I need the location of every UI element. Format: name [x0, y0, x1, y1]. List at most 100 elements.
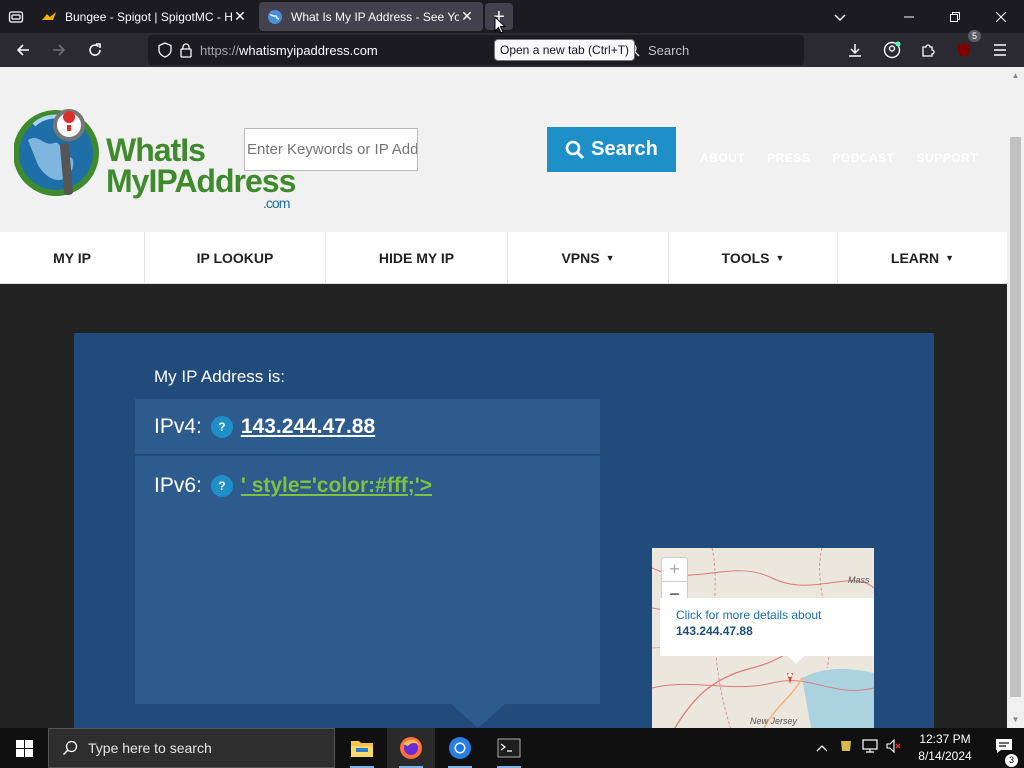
ip-address-panel: My IP Address is: IPv4: ? 143.244.47.88 …: [74, 333, 934, 728]
windows-logo-icon: [15, 739, 33, 757]
map-label-state: New Jersey: [750, 716, 798, 726]
taskbar-firefox[interactable]: [387, 728, 435, 768]
volume-button[interactable]: [882, 738, 906, 758]
site-search-input[interactable]: [244, 128, 418, 171]
ipv4-value-link[interactable]: 143.244.47.88: [241, 415, 375, 439]
caret-down-icon: ▼: [775, 253, 785, 263]
search-bar[interactable]: Search: [620, 35, 804, 65]
taskbar-terminal[interactable]: [485, 728, 533, 768]
tab-whatismyip[interactable]: What Is My IP Address - See Your ✕: [259, 2, 483, 31]
nav-item-label: VPNS: [561, 250, 600, 266]
minimize-button[interactable]: [886, 0, 932, 33]
ublock-shield-icon: [958, 43, 970, 57]
top-link-press[interactable]: PRESS: [767, 151, 810, 165]
help-icon[interactable]: ?: [210, 415, 233, 438]
show-hidden-icons-button[interactable]: [810, 739, 834, 757]
tab-spigot[interactable]: Bungee - Spigot | SpigotMC - High ✕: [33, 2, 256, 31]
caret-down-icon: ▼: [945, 253, 955, 263]
site-search-button[interactable]: Search: [547, 127, 676, 172]
nav-item-tools[interactable]: TOOLS ▼: [669, 232, 838, 284]
ipv6-value-link[interactable]: ' style='color:#fff;'>: [241, 474, 432, 498]
network-button[interactable]: [858, 738, 882, 758]
search-icon: [62, 740, 78, 756]
arrow-left-icon: [16, 44, 29, 56]
forward-button[interactable]: [44, 36, 74, 64]
nav-item-label: IP LOOKUP: [196, 250, 274, 266]
reload-icon: [89, 43, 101, 56]
new-tab-tooltip: Open a new tab (Ctrl+T): [494, 39, 636, 61]
notification-center-button[interactable]: 3: [984, 738, 1024, 767]
site-header: WhatIs MyIPAddress .com Search ABOUT PRE…: [0, 67, 1007, 232]
site-logo[interactable]: WhatIs MyIPAddress .com: [13, 85, 296, 225]
map-popup[interactable]: Click for more details about 143.244.47.…: [660, 598, 874, 664]
ip-box: IPv4: ? 143.244.47.88 IPv6: ? ' style='c…: [135, 399, 600, 704]
main-nav: MY IP IP LOOKUP HIDE MY IP VPNS ▼ TOOLS …: [0, 232, 1007, 284]
chevron-down-icon: [834, 13, 846, 21]
tab-bar: Bungee - Spigot | SpigotMC - High ✕ What…: [0, 0, 1024, 33]
taskbar-chrome[interactable]: [436, 728, 484, 768]
tab-title: Bungee - Spigot | SpigotMC - High: [65, 9, 232, 24]
list-all-tabs-button[interactable]: [826, 3, 854, 30]
windows-taskbar: Type here to search 12:37 PM 8/14/2024 3: [0, 728, 1024, 768]
mouse-cursor-icon: [494, 16, 506, 34]
puzzle-icon: [922, 44, 935, 57]
lock-icon[interactable]: [180, 42, 192, 58]
taskbar-file-explorer[interactable]: [338, 728, 386, 768]
map-popup-text: Click for more details about: [676, 608, 822, 622]
shield-icon[interactable]: [158, 42, 172, 58]
scrollbar-thumb[interactable]: [1010, 137, 1021, 697]
zoom-in-button[interactable]: +: [662, 558, 687, 582]
scroll-up-arrow-icon[interactable]: ▲: [1007, 67, 1024, 84]
downloads-button[interactable]: [840, 36, 870, 64]
url-scheme: https://: [200, 42, 240, 58]
clock-date: 8/14/2024: [918, 749, 972, 763]
extensions-button[interactable]: [913, 36, 943, 64]
nav-item-vpns[interactable]: VPNS ▼: [508, 232, 669, 284]
scroll-down-arrow-icon[interactable]: ▼: [1007, 711, 1024, 728]
nav-item-ip-lookup[interactable]: IP LOOKUP: [145, 232, 326, 284]
terminal-icon: [497, 738, 521, 758]
clock[interactable]: 12:37 PM 8/14/2024: [906, 731, 984, 765]
reload-button[interactable]: [80, 36, 110, 64]
restore-button[interactable]: [932, 0, 978, 33]
tab-close-icon[interactable]: ✕: [232, 8, 248, 25]
ublock-extension-button[interactable]: 5: [949, 30, 981, 64]
ipv4-row: IPv4: ? 143.244.47.88: [135, 399, 600, 456]
page-viewport: WhatIs MyIPAddress .com Search ABOUT PRE…: [0, 67, 1007, 728]
help-icon[interactable]: ?: [210, 474, 233, 497]
nav-item-hide-my-ip[interactable]: HIDE MY IP: [326, 232, 508, 284]
close-window-button[interactable]: [978, 0, 1024, 33]
map-popup-ip: 143.244.47.88: [676, 624, 753, 638]
chevron-up-icon: [816, 745, 828, 752]
back-button[interactable]: [8, 36, 38, 64]
clock-time: 12:37 PM: [919, 732, 971, 746]
nav-item-label: LEARN: [890, 250, 940, 266]
start-button[interactable]: [0, 728, 48, 768]
top-link-podcast[interactable]: PODCAST: [832, 151, 894, 165]
globe-magnifier-logo-icon: [13, 109, 99, 196]
ipv4-label: IPv4:: [154, 414, 202, 438]
folder-icon: [351, 741, 373, 757]
taskbar-search-placeholder: Type here to search: [88, 740, 212, 756]
notification-icon: [996, 738, 1012, 753]
app-menu-button[interactable]: [985, 36, 1015, 64]
tab-title: What Is My IP Address - See Your: [291, 9, 459, 24]
hamburger-menu-icon: [994, 44, 1006, 56]
account-button[interactable]: [877, 36, 907, 64]
tray-app-icon[interactable]: [834, 739, 858, 758]
tab-close-icon[interactable]: ✕: [459, 8, 475, 25]
nav-item-my-ip[interactable]: MY IP: [0, 232, 145, 284]
location-map[interactable]: + − Click for more details about 143.244…: [652, 548, 874, 728]
page-scrollbar[interactable]: ▲ ▼: [1007, 67, 1024, 728]
system-tray: 12:37 PM 8/14/2024 3: [810, 728, 1024, 768]
top-link-support[interactable]: SUPPORT: [917, 151, 979, 165]
nav-item-label: MY IP: [53, 250, 91, 266]
search-icon: [565, 140, 585, 159]
ipv6-label: IPv6:: [154, 473, 202, 497]
taskbar-search-box[interactable]: Type here to search: [48, 728, 335, 768]
spigot-favicon-icon: [42, 11, 56, 20]
nav-item-learn[interactable]: LEARN ▼: [838, 232, 1007, 284]
top-link-about[interactable]: ABOUT: [700, 151, 745, 165]
volume-muted-icon: [886, 738, 901, 753]
tab-overview-button[interactable]: [2, 3, 30, 30]
